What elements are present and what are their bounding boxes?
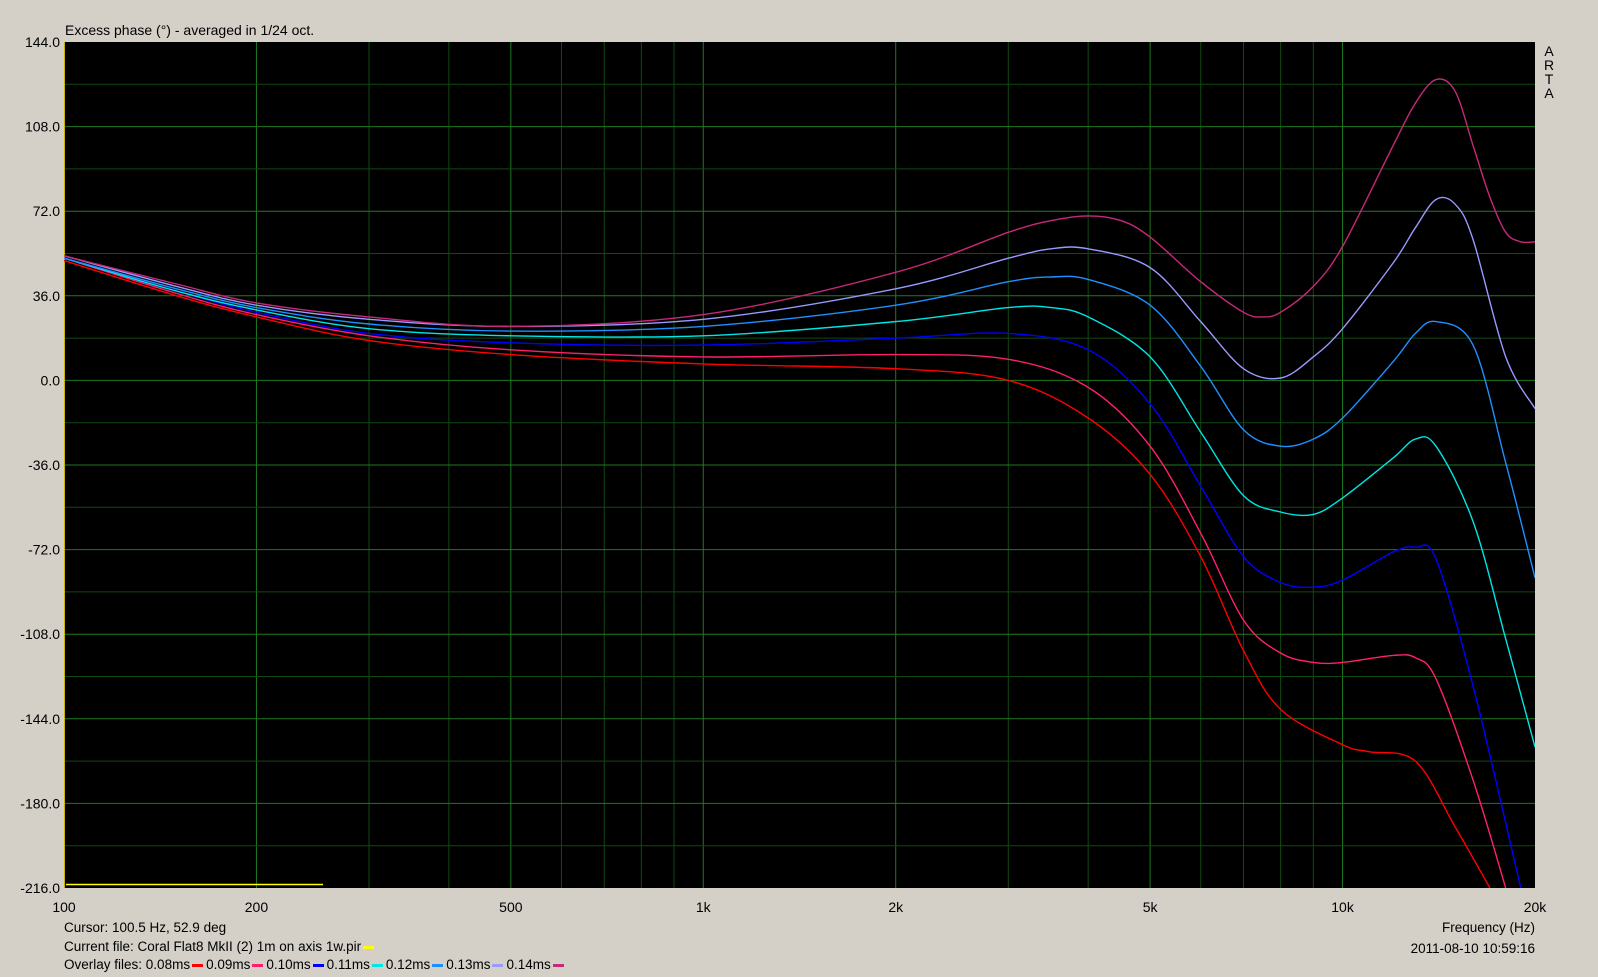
overlay-files-label: Overlay files: bbox=[64, 957, 143, 972]
overlay-legend-label: 0.14ms bbox=[506, 957, 551, 972]
x-tick-label: 2k bbox=[888, 899, 904, 915]
x-tick-label: 5k bbox=[1143, 899, 1159, 915]
x-tick-label: 1k bbox=[696, 899, 712, 915]
overlay-legend-swatch bbox=[432, 963, 444, 967]
y-tick-label: 108.0 bbox=[25, 119, 60, 135]
overlay-legend-label: 0.08ms bbox=[145, 957, 191, 972]
overlay-files: Overlay files: 0.08ms 0.09ms 0.10ms 0.11ms 0… bbox=[64, 957, 567, 972]
timestamp: 2011-08-10 10:59:16 bbox=[1410, 941, 1535, 956]
y-tick-label: -180.0 bbox=[20, 795, 60, 811]
x-axis-label: Frequency (Hz) bbox=[1441, 920, 1535, 935]
cursor-readout: Cursor: 100.5 Hz, 52.9 deg bbox=[64, 920, 227, 935]
overlay-legend-label: 0.12ms bbox=[385, 957, 431, 972]
overlay-legend-swatch bbox=[252, 963, 264, 967]
chart-title: Excess phase (°) - averaged in 1/24 oct. bbox=[65, 22, 314, 38]
watermark-letter: A bbox=[1544, 85, 1554, 101]
overlay-legend-swatch bbox=[552, 963, 564, 967]
current-file-label: Current file: Coral Flat8 MkII (2) 1m on… bbox=[64, 939, 362, 954]
y-tick-label: -216.0 bbox=[20, 880, 60, 896]
overlay-legend-label: 0.13ms bbox=[446, 957, 491, 972]
y-tick-label: 144.0 bbox=[25, 34, 60, 50]
x-tick-label: 20k bbox=[1524, 899, 1548, 915]
y-tick-label: -72.0 bbox=[28, 542, 60, 558]
grid-lines bbox=[64, 42, 1535, 888]
x-tick-label: 500 bbox=[499, 899, 523, 915]
overlay-legend-swatch bbox=[312, 963, 324, 967]
y-tick-label: 36.0 bbox=[33, 288, 60, 304]
overlay-legend-label: 0.11ms bbox=[326, 957, 370, 972]
current-file-swatch bbox=[363, 945, 375, 949]
overlay-legend-label: 0.10ms bbox=[266, 957, 311, 972]
y-tick-label: -108.0 bbox=[20, 626, 60, 642]
x-tick-label: 10k bbox=[1331, 899, 1355, 915]
arta-watermark: ARTA bbox=[1544, 43, 1554, 101]
current-file: Current file: Coral Flat8 MkII (2) 1m on… bbox=[64, 939, 377, 954]
overlay-legend-swatch bbox=[492, 963, 504, 967]
y-axis-tick-labels: 144.0 108.0 72.0 36.0 0.0 -36.0 -72.0 -108.0 -14… bbox=[20, 34, 60, 896]
y-tick-label: -36.0 bbox=[28, 457, 60, 473]
y-tick-label: -144.0 bbox=[20, 711, 60, 727]
x-tick-label: 100 bbox=[52, 899, 76, 915]
overlay-legend-swatch bbox=[192, 963, 204, 967]
y-tick-label: 72.0 bbox=[33, 203, 60, 219]
x-axis-tick-labels: 100 200 500 1k 2k 5k 10k 20k bbox=[52, 899, 1547, 915]
overlay-legend: 0.08ms 0.09ms 0.10ms 0.11ms 0.12ms 0.13ms 0.14… bbox=[146, 957, 567, 972]
x-tick-label: 200 bbox=[245, 899, 269, 915]
excess-phase-chart: Excess phase (°) - averaged in 1/24 oct.… bbox=[20, 22, 1554, 915]
overlay-legend-swatch bbox=[371, 963, 383, 967]
y-tick-label: 0.0 bbox=[41, 372, 61, 388]
overlay-legend-label: 0.09ms bbox=[206, 957, 251, 972]
